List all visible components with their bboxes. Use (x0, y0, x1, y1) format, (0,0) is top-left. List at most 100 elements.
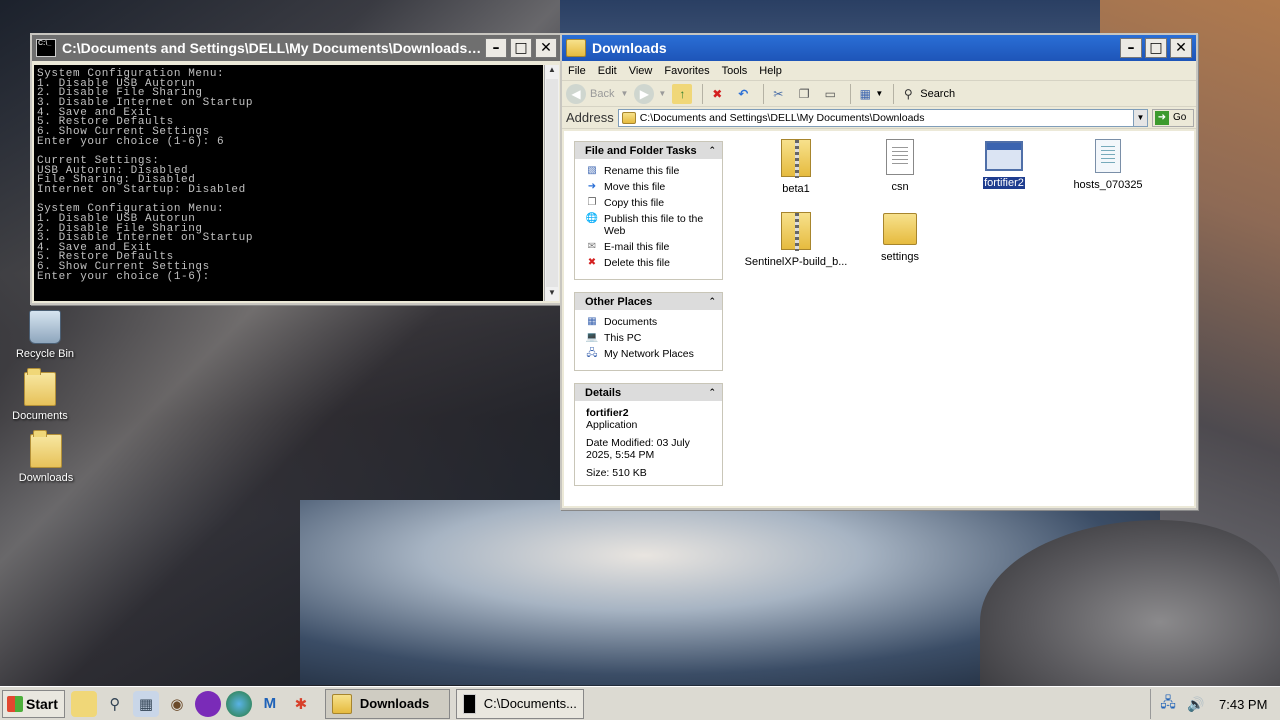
start-button[interactable]: Start (2, 689, 65, 718)
file-item-fortifier2[interactable]: fortifier2 (952, 141, 1056, 190)
close-button[interactable]: ✕ (1170, 38, 1192, 58)
task-move[interactable]: ➜ Move this file (585, 181, 716, 193)
copy-button[interactable]: ❐ (794, 84, 814, 104)
minimize-button[interactable]: – (485, 38, 507, 58)
malwarebytes-icon[interactable]: M (257, 691, 283, 717)
folder-icon (566, 39, 586, 57)
volume-icon[interactable]: 🔊 (1185, 693, 1207, 715)
menu-view[interactable]: View (629, 65, 653, 77)
explorer-content: File and Folder Tasks ⌃ ▧ Rename this fi… (564, 131, 1194, 506)
globe-icon[interactable] (225, 690, 252, 717)
console-scrollbar[interactable]: ▲ ▼ (544, 65, 559, 301)
application-icon (985, 141, 1023, 171)
desktop-icon-downloads[interactable]: Downloads (11, 430, 81, 484)
system-tray: 🖧 🔊 7:43 PM (1150, 689, 1280, 719)
toolbar-separator (893, 83, 895, 104)
panel-header[interactable]: Other Places ⌃ (575, 293, 722, 310)
cut-button[interactable]: ✂ (768, 84, 788, 104)
collapse-chevron-icon[interactable]: ⌃ (708, 145, 716, 156)
place-this-pc[interactable]: 💻 This PC (585, 332, 716, 344)
file-item-settings[interactable]: settings (848, 213, 952, 263)
console-output[interactable]: System Configuration Menu: 1. Disable US… (34, 65, 543, 301)
copy-icon: ❐ (587, 197, 597, 208)
paste-button[interactable]: ▭ (820, 84, 840, 104)
back-button[interactable]: ◀ Back ▼ (566, 83, 629, 104)
undo-button[interactable]: ↶ (733, 84, 753, 104)
scroll-down-arrow-icon[interactable]: ▼ (545, 288, 559, 301)
clock[interactable]: 7:43 PM (1219, 697, 1267, 712)
scroll-thumb[interactable] (546, 79, 558, 287)
move-icon: ➜ (587, 181, 597, 192)
delete-toolbar-button[interactable]: ✖ (707, 84, 727, 104)
zip-folder-icon (781, 212, 811, 251)
place-network[interactable]: 🖧 My Network Places (585, 348, 716, 360)
details-type: Application (586, 419, 638, 431)
menu-edit[interactable]: Edit (598, 65, 617, 77)
chevron-down-icon: ▼ (658, 89, 667, 98)
search-button[interactable]: ⚲ Search (898, 84, 955, 104)
raccoon-app-icon[interactable]: ◉ (164, 691, 190, 717)
file-item-csn[interactable]: csn (848, 139, 952, 193)
network-icon[interactable]: 🖧 (1157, 693, 1179, 715)
close-button[interactable]: ✕ (535, 38, 557, 58)
scroll-up-arrow-icon[interactable]: ▲ (545, 65, 559, 78)
place-documents[interactable]: ▦ Documents (585, 316, 716, 328)
desktop-icon-recycle-bin[interactable]: Recycle Bin (10, 310, 80, 360)
downloads-folder-icon (30, 430, 62, 468)
maximize-button[interactable]: □ (1145, 38, 1167, 58)
address-field[interactable]: C:\Documents and Settings\DELL\My Docume… (617, 108, 1148, 127)
delete-icon: ✖ (712, 86, 723, 101)
explorer-window[interactable]: Downloads – □ ✕ File Edit View Favorites… (560, 33, 1198, 510)
task-copy[interactable]: ❐ Copy this file (585, 197, 716, 209)
rename-icon: ▧ (587, 165, 597, 176)
go-button[interactable]: ➜ Go (1152, 108, 1194, 127)
documents-icon: ▦ (587, 316, 597, 327)
cut-icon: ✂ (773, 86, 784, 101)
config-file-icon (1095, 139, 1121, 173)
file-item-hosts[interactable]: hosts_070325 (1056, 139, 1160, 191)
task-publish[interactable]: 🌐 Publish this file to the Web (585, 213, 716, 237)
menu-favorites[interactable]: Favorites (664, 65, 709, 77)
collapse-chevron-icon[interactable]: ⌃ (708, 296, 716, 307)
collapse-chevron-icon[interactable]: ⌃ (708, 387, 716, 398)
panel-header[interactable]: File and Folder Tasks ⌃ (575, 142, 722, 159)
chevron-down-icon: ▼ (620, 89, 629, 98)
menu-help[interactable]: Help (759, 65, 782, 77)
toolbar-separator (850, 83, 852, 104)
taskbar-item-console[interactable]: C:\Documents... (455, 688, 584, 719)
chevron-down-icon[interactable]: ▼ (1133, 109, 1147, 126)
console-window[interactable]: C:\_ C:\Documents and Settings\DELL\My D… (30, 33, 563, 305)
task-email[interactable]: ✉ E-mail this file (585, 241, 716, 253)
views-button[interactable]: ▦ ▼ (855, 84, 884, 104)
taskbar-item-downloads[interactable]: Downloads (324, 688, 450, 719)
file-item-beta1[interactable]: beta1 (744, 139, 848, 195)
delete-icon: ✖ (587, 257, 597, 268)
panel-header[interactable]: Details ⌃ (575, 384, 722, 401)
purple-orb-icon[interactable] (194, 690, 221, 717)
search-icon[interactable]: ⚲ (102, 691, 128, 717)
globe-icon: 🌐 (585, 213, 599, 224)
tool-app-icon[interactable]: ✱ (288, 691, 314, 717)
explorer-titlebar[interactable]: Downloads – □ ✕ (562, 35, 1196, 61)
minimize-button[interactable]: – (1120, 38, 1142, 58)
task-delete[interactable]: ✖ Delete this file (585, 257, 716, 269)
menu-file[interactable]: File (568, 65, 586, 77)
desktop-icon-label: Downloads (18, 472, 74, 484)
toolbar: ◀ Back ▼ ▶ ▼ ↑ ✖ ↶ ✂ ❐ ▭ ▦ ▼ ⚲ Search (562, 81, 1196, 107)
folder-icon[interactable] (70, 690, 97, 717)
up-folder-button[interactable]: ↑ (672, 83, 693, 104)
task-rename[interactable]: ▧ Rename this file (585, 165, 716, 177)
maximize-button[interactable]: □ (510, 38, 532, 58)
console-titlebar[interactable]: C:\_ C:\Documents and Settings\DELL\My D… (32, 35, 561, 61)
views-icon: ▦ (859, 86, 871, 101)
file-item-sentinelxp[interactable]: SentinelXP-build_b... (740, 212, 852, 268)
back-arrow-icon: ◀ (566, 83, 586, 104)
quick-launch: ⚲ ▦ ◉ M ✱ (70, 690, 319, 717)
explorer-title: Downloads (592, 40, 667, 56)
menu-tools[interactable]: Tools (722, 65, 748, 77)
calculator-icon[interactable]: ▦ (132, 690, 159, 717)
forward-button[interactable]: ▶ ▼ (634, 83, 667, 104)
desktop-icon-documents[interactable]: Documents (5, 368, 75, 422)
task-pane: File and Folder Tasks ⌃ ▧ Rename this fi… (564, 131, 724, 506)
folder-icon (883, 213, 917, 245)
